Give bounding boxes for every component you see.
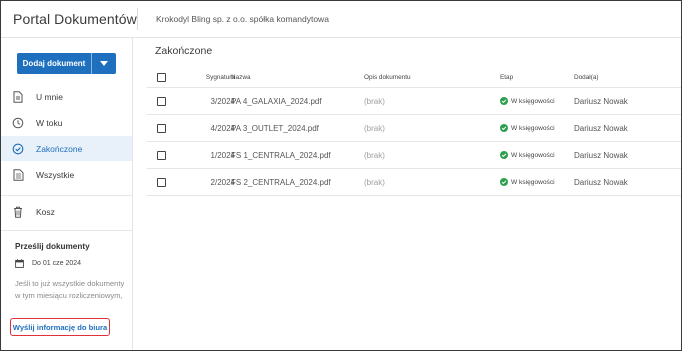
check-circle-icon (500, 151, 508, 159)
stage-badge: W księgowości (500, 178, 555, 186)
clock-icon (11, 116, 25, 130)
company-name: Krokodyl Bling sp. z o.o. spółka komandy… (156, 14, 329, 24)
sidebar-item-label: Zakończone (36, 143, 83, 154)
caret-down-icon (100, 61, 108, 66)
select-all-checkbox[interactable] (157, 73, 166, 82)
add-document-split-button: Dodaj dokument (17, 53, 116, 74)
file-name-cell[interactable]: FS 1_CENTRALA_2024.pdf (231, 142, 331, 168)
added-by-cell: Dariusz Nowak (574, 96, 628, 106)
row-checkbox[interactable] (157, 150, 166, 160)
sidebar: Dodaj dokument U mnie W toku Zakończone (1, 38, 133, 350)
row-select-cell (157, 169, 166, 195)
column-header-signature[interactable]: Sygnatura (177, 68, 235, 87)
document-icon (11, 90, 25, 104)
file-name-cell[interactable]: PA 4_GALAXIA_2024.pdf (231, 88, 322, 114)
top-bar: Portal Dokumentów Krokodyl Bling sp. z o… (1, 1, 681, 38)
file-name-cell[interactable]: PA 3_OUTLET_2024.pdf (231, 115, 319, 141)
stage-cell: W księgowości (500, 142, 555, 168)
send-documents-title: Prześlij dokumenty (15, 242, 90, 251)
table-row[interactable]: 3/2024 PA 4_GALAXIA_2024.pdf (brak) W ks… (147, 88, 681, 115)
sidebar-item-zakonczone[interactable]: Zakończone (1, 136, 132, 161)
stage-badge: W księgowości (500, 151, 555, 159)
description-cell: (brak) (364, 177, 385, 187)
select-all-cell (157, 68, 166, 87)
send-info-to-office-link[interactable]: Wyślij informację do biura (10, 318, 110, 336)
row-checkbox[interactable] (157, 123, 166, 133)
stage-badge: W księgowości (500, 97, 555, 105)
stage-label: W księgowości (511, 97, 555, 105)
column-header-description[interactable]: Opis dokumentu (364, 68, 411, 87)
add-document-button[interactable]: Dodaj dokument (17, 53, 91, 74)
row-checkbox[interactable] (157, 96, 166, 106)
signature-cell: 4/2024 (210, 123, 235, 133)
stage-cell: W księgowości (500, 115, 555, 141)
sidebar-item-label: Kosz (36, 206, 55, 217)
row-select-cell (157, 88, 166, 114)
table-row[interactable]: 4/2024 PA 3_OUTLET_2024.pdf (brak) W ksi… (147, 115, 681, 142)
stage-badge: W księgowości (500, 124, 555, 132)
description-cell: (brak) (364, 150, 385, 160)
calendar-icon (15, 259, 24, 268)
app-title[interactable]: Portal Dokumentów (1, 11, 137, 27)
signature-cell: 2/2024 (210, 177, 235, 187)
sidebar-item-kosz[interactable]: Kosz (1, 199, 132, 224)
add-document-dropdown-button[interactable] (92, 53, 116, 74)
check-circle-icon (500, 178, 508, 186)
row-select-cell (157, 115, 166, 141)
stage-label: W księgowości (511, 178, 555, 186)
trash-icon (11, 205, 25, 219)
page-title: Zakończone (155, 45, 213, 57)
added-by-cell: Dariusz Nowak (574, 150, 628, 160)
stage-cell: W księgowości (500, 88, 555, 114)
stage-label: W księgowości (511, 124, 555, 132)
documents-table: Sygnatura Nazwa Opis dokumentu Etap Doda… (147, 68, 681, 196)
description-cell: (brak) (364, 96, 385, 106)
signature-cell: 1/2024 (210, 150, 235, 160)
column-header-stage[interactable]: Etap (500, 68, 513, 87)
file-name-cell[interactable]: FS 2_CENTRALA_2024.pdf (231, 169, 331, 195)
main-content: Zakończone Sygnatura Nazwa Opis dokument… (134, 38, 681, 350)
sidebar-item-u-mnie[interactable]: U mnie (1, 84, 132, 109)
description-cell: (brak) (364, 123, 385, 133)
table-row[interactable]: 1/2024 FS 1_CENTRALA_2024.pdf (brak) W k… (147, 142, 681, 169)
added-by-cell: Dariusz Nowak (574, 177, 628, 187)
check-circle-icon (500, 124, 508, 132)
sidebar-divider (1, 195, 132, 196)
sidebar-divider (1, 230, 132, 231)
check-circle-icon (500, 97, 508, 105)
table-row[interactable]: 2/2024 FS 2_CENTRALA_2024.pdf (brak) W k… (147, 169, 681, 196)
deadline: Do 01 cze 2024 (15, 259, 81, 268)
row-checkbox[interactable] (157, 177, 166, 187)
sidebar-item-label: U mnie (36, 91, 63, 102)
stage-cell: W księgowości (500, 169, 555, 195)
added-by-cell: Dariusz Nowak (574, 123, 628, 133)
signature-cell: 3/2024 (210, 96, 235, 106)
row-select-cell (157, 142, 166, 168)
documents-icon (11, 168, 25, 182)
column-header-name[interactable]: Nazwa (231, 68, 251, 87)
sidebar-item-label: W toku (36, 117, 63, 128)
sidebar-item-wszystkie[interactable]: Wszystkie (1, 162, 132, 187)
deadline-text: Do 01 cze 2024 (32, 260, 82, 267)
stage-label: W księgowości (511, 151, 555, 159)
table-header: Sygnatura Nazwa Opis dokumentu Etap Doda… (147, 68, 681, 88)
send-description: Jeśli to już wszystkie dokumenty w tym m… (15, 279, 125, 300)
sidebar-item-label: Wszystkie (36, 169, 75, 180)
column-header-added-by[interactable]: Dodał(a) (574, 68, 599, 87)
app-window: Portal Dokumentów Krokodyl Bling sp. z o… (0, 0, 682, 351)
sidebar-item-w-toku[interactable]: W toku (1, 110, 132, 135)
check-circle-icon (11, 142, 25, 156)
